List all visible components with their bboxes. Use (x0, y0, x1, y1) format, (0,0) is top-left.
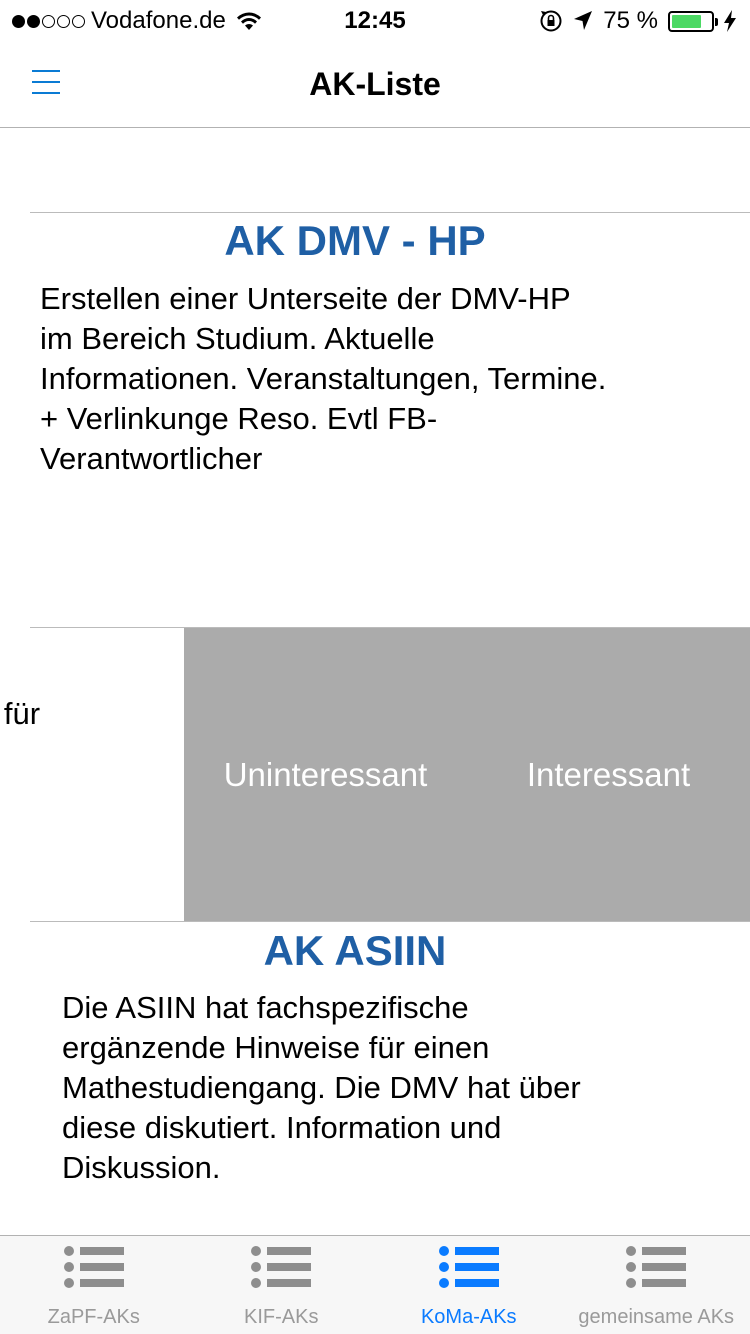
row-separator (30, 212, 750, 213)
battery-level (672, 14, 701, 28)
list-icon (626, 1246, 687, 1288)
tab-label: gemeinsame AKs (578, 1306, 735, 1328)
list-item-swiped[interactable]: e für Uninteressant Interessant (0, 628, 750, 921)
row-separator (30, 921, 750, 922)
list-icon (63, 1246, 124, 1288)
status-right: 75 % (539, 7, 736, 35)
ak-description-partial: e für (0, 696, 41, 731)
ak-description: Erstellen einer Unterseite der DMV-HP im… (40, 281, 607, 476)
ak-list[interactable]: AK DMV - HP Erstellen einer Unterseite d… (0, 129, 750, 1235)
tab-gemeinsame-aks[interactable]: gemeinsame AKs (563, 1236, 750, 1334)
ak-description: Die ASIIN hat fachspezifische ergänzende… (62, 990, 581, 1185)
ak-title: AK DMV - HP (224, 217, 486, 264)
navigation-bar: AK-Liste (0, 40, 750, 128)
tab-label: KIF-AKs (244, 1306, 319, 1328)
charging-bolt-icon (724, 10, 736, 32)
ak-title: AK ASIIN (263, 927, 447, 974)
battery-icon (668, 10, 718, 32)
swipe-actions: Uninteressant Interessant (184, 628, 750, 921)
location-arrow-icon (574, 11, 593, 30)
battery-percent: 75 % (603, 7, 658, 34)
tab-label: KoMa-AKs (420, 1306, 517, 1328)
tab-koma-aks[interactable]: KoMa-AKs (375, 1236, 563, 1334)
tab-bar: ZaPF-AKs KIF-AKs KoMa-AKs gemeinsame AKs (0, 1235, 750, 1334)
interesting-button[interactable]: Interessant (467, 628, 750, 921)
tab-label: ZaPF-AKs (47, 1306, 140, 1328)
page-title: AK-Liste (309, 66, 441, 102)
rotation-lock-icon (540, 10, 562, 32)
tab-zapf-aks[interactable]: ZaPF-AKs (0, 1236, 188, 1334)
list-icon (251, 1246, 312, 1288)
status-bar: Vodafone.de 12:45 75 % (0, 0, 750, 40)
tab-kif-aks[interactable]: KIF-AKs (188, 1236, 376, 1334)
list-icon (438, 1246, 499, 1288)
uninteresting-button[interactable]: Uninteressant (184, 628, 467, 921)
